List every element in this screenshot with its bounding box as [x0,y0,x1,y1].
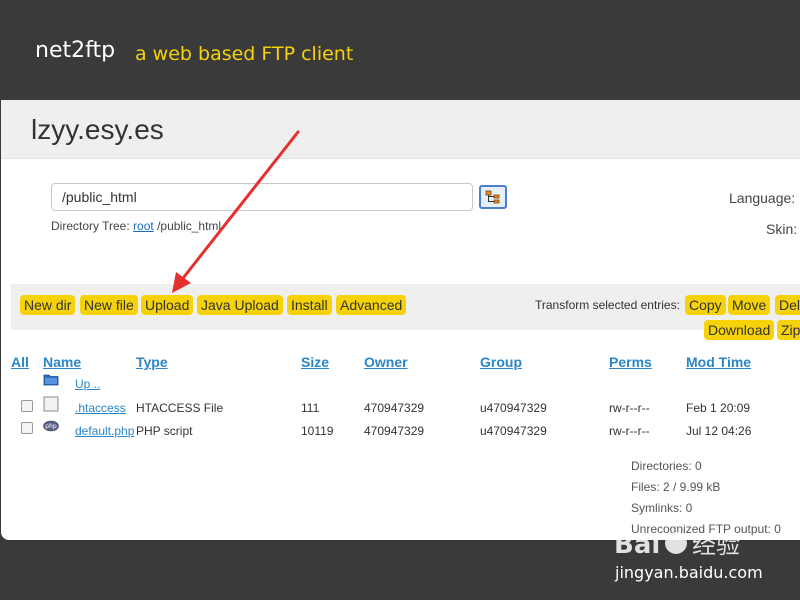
svg-text:Bai: Bai [614,530,660,560]
baidu-logo: Bai 经验 [614,530,740,560]
annotation-arrow [172,130,300,293]
svg-text:经验: 经验 [692,531,740,559]
watermark-url: jingyan.baidu.com [615,563,763,582]
